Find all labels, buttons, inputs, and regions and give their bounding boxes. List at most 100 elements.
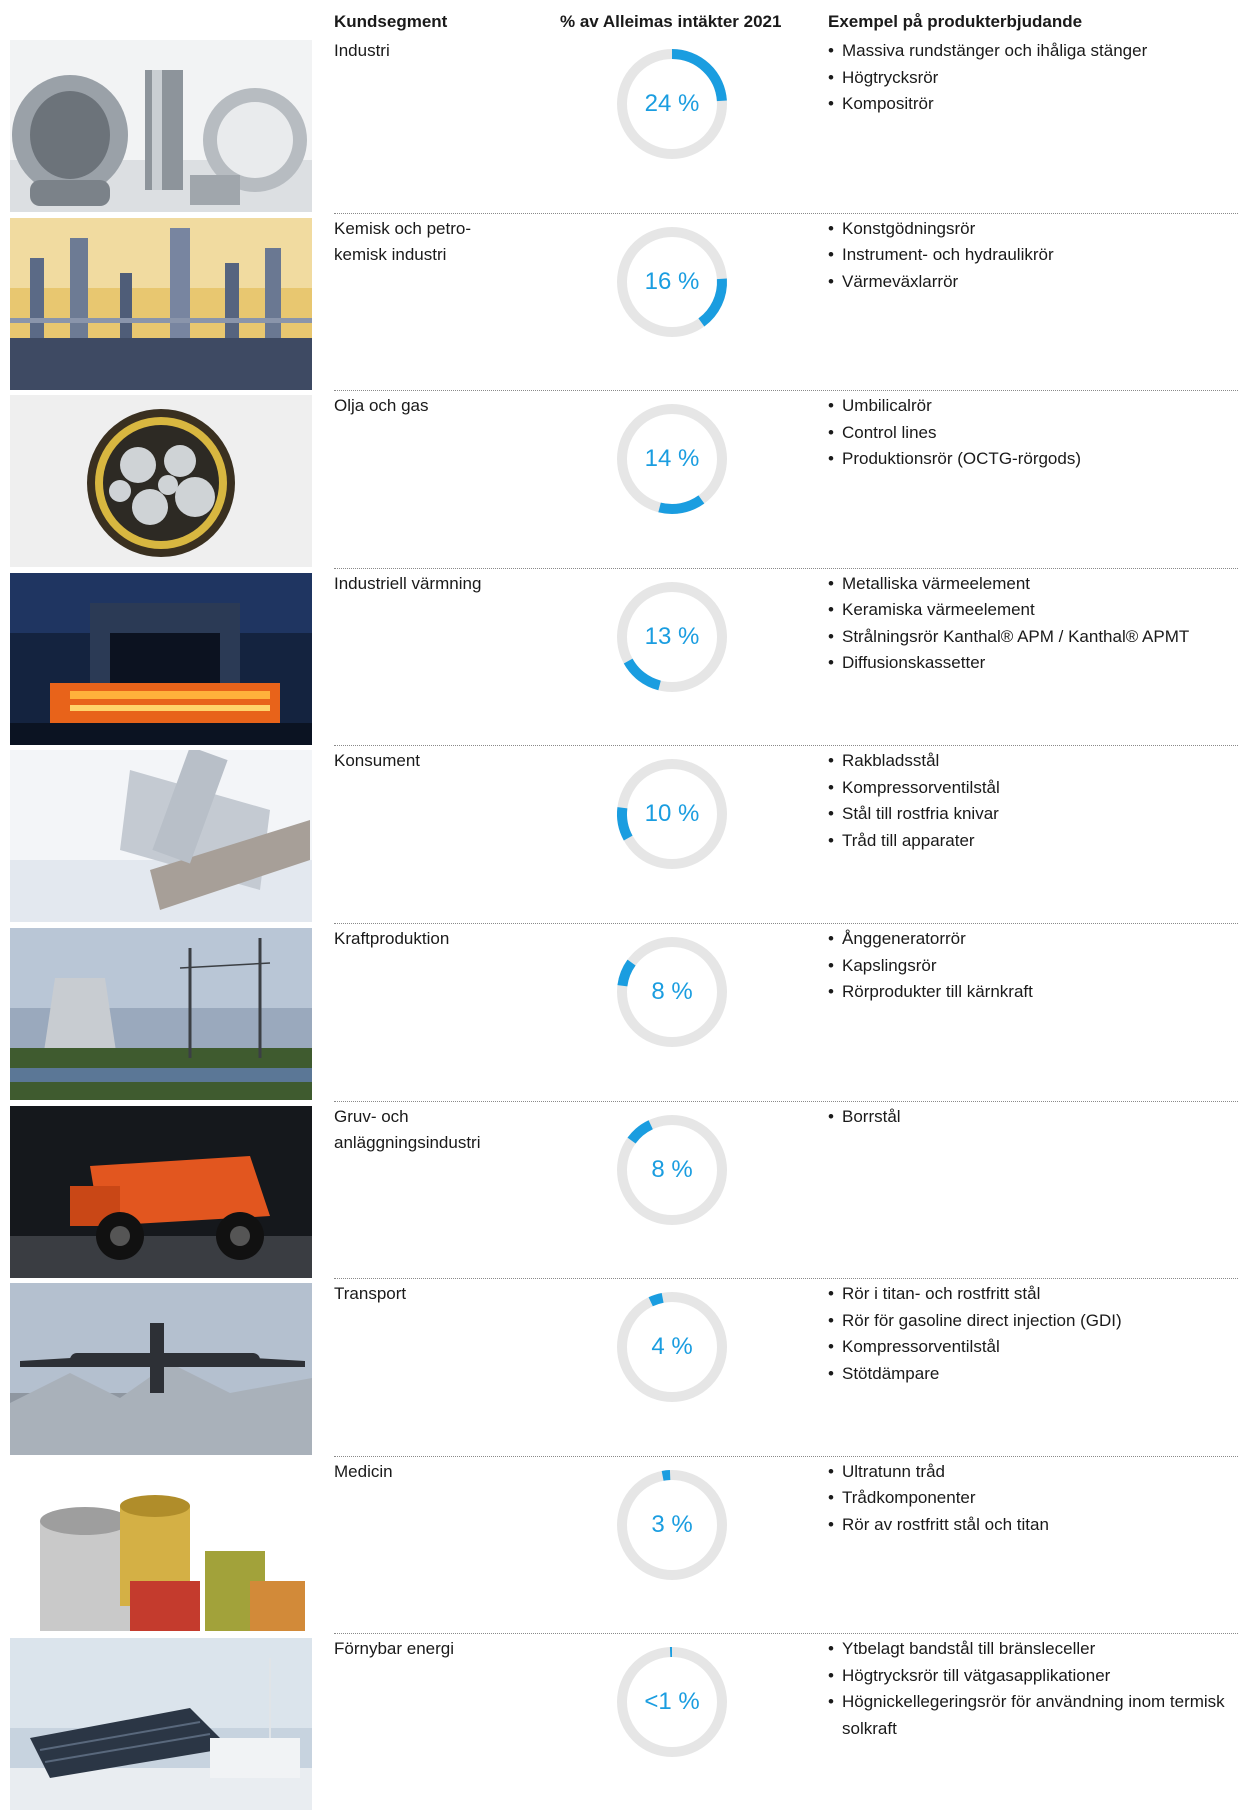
row-divider xyxy=(334,1456,1238,1457)
product-item: Rör för gasoline direct injection (GDI) xyxy=(828,1308,1228,1335)
product-item: Strålningsrör Kanthal® APM / Kanthal® AP… xyxy=(828,624,1228,651)
product-item: Högtrycksrör till vätgasapplikationer xyxy=(828,1663,1228,1690)
product-item: Konstgödningsrör xyxy=(828,216,1228,243)
wire-spools-photo xyxy=(10,1461,312,1633)
product-item: Umbilicalrör xyxy=(828,393,1228,420)
segment-label: Transport xyxy=(334,1281,554,1307)
product-item: Kompressorventilstål xyxy=(828,1334,1228,1361)
share-value: 4 % xyxy=(612,1287,732,1407)
share-value: 16 % xyxy=(612,222,732,342)
share-value: <1 % xyxy=(612,1642,732,1762)
product-item: Rörprodukter till kärnkraft xyxy=(828,979,1228,1006)
product-item: Ultratunn tråd xyxy=(828,1459,1228,1486)
share-value: 14 % xyxy=(612,399,732,519)
razor-photo xyxy=(10,750,312,922)
share-donut: 13 % xyxy=(612,577,732,697)
row-divider xyxy=(334,745,1238,746)
mining-truck-photo xyxy=(10,1106,312,1278)
row-divider xyxy=(334,213,1238,214)
product-item: Control lines xyxy=(828,420,1228,447)
product-item: Borrstål xyxy=(828,1104,1228,1131)
share-donut: 16 % xyxy=(612,222,732,342)
product-item: Diffusionskassetter xyxy=(828,650,1228,677)
share-value: 8 % xyxy=(612,1110,732,1230)
header-segment: Kundsegment xyxy=(334,12,447,32)
metal-tubes-photo xyxy=(10,40,312,212)
product-item: Högtrycksrör xyxy=(828,65,1228,92)
share-donut: 8 % xyxy=(612,1110,732,1230)
row-divider xyxy=(334,1633,1238,1634)
product-item: Kapslingsrör xyxy=(828,953,1228,980)
product-list: KonstgödningsrörInstrument- och hydrauli… xyxy=(828,216,1228,296)
row-divider xyxy=(334,390,1238,391)
table-row: Kemisk och petro- kemisk industri 16 % K… xyxy=(0,214,1238,392)
table-header: Kundsegment % av Alleimas intäkter 2021 … xyxy=(0,12,1238,34)
share-value: 3 % xyxy=(612,1465,732,1585)
umbilical-cable-photo xyxy=(10,395,312,567)
segment-label: Förnybar energi xyxy=(334,1636,554,1662)
product-item: Kompressorventilstål xyxy=(828,775,1228,802)
product-item: Tråd till apparater xyxy=(828,828,1228,855)
segment-label: Industriell värmning xyxy=(334,571,554,597)
table-row: Konsument 10 % RakbladsstålKompressorven… xyxy=(0,746,1238,924)
product-item: Instrument- och hydraulikrör xyxy=(828,242,1228,269)
share-donut: 3 % xyxy=(612,1465,732,1585)
product-item: Ytbelagt bandstål till bränsleceller xyxy=(828,1636,1228,1663)
product-item: Värmeväxlarrör xyxy=(828,269,1228,296)
share-donut: 4 % xyxy=(612,1287,732,1407)
table-row: Gruv- och anläggningsindustri 8 % Borrst… xyxy=(0,1102,1238,1280)
row-divider xyxy=(334,923,1238,924)
product-list: Borrstål xyxy=(828,1104,1228,1131)
share-donut: 10 % xyxy=(612,754,732,874)
power-plant-photo xyxy=(10,928,312,1100)
product-list: Metalliska värmeelementKeramiska värmeel… xyxy=(828,571,1228,677)
segment-label: Kemisk och petro- kemisk industri xyxy=(334,216,554,268)
product-item: Stötdämpare xyxy=(828,1361,1228,1388)
product-list: Ytbelagt bandstål till bränslecellerHögt… xyxy=(828,1636,1228,1742)
header-share: % av Alleimas intäkter 2021 xyxy=(560,12,781,32)
product-item: Stål till rostfria knivar xyxy=(828,801,1228,828)
product-item: Metalliska värmeelement xyxy=(828,571,1228,598)
segment-label: Industri xyxy=(334,38,554,64)
row-divider xyxy=(334,1101,1238,1102)
segment-label: Gruv- och anläggningsindustri xyxy=(334,1104,554,1156)
product-item: Rör av rostfritt stål och titan xyxy=(828,1512,1228,1539)
product-item: Produktionsrör (OCTG-rörgods) xyxy=(828,446,1228,473)
product-list: Ultratunn trådTrådkomponenterRör av rost… xyxy=(828,1459,1228,1539)
table-row: Medicin 3 % Ultratunn trådTrådkomponente… xyxy=(0,1457,1238,1635)
furnace-photo xyxy=(10,573,312,745)
product-list: Massiva rundstänger och ihåliga stängerH… xyxy=(828,38,1228,118)
product-item: Trådkomponenter xyxy=(828,1485,1228,1512)
table-row: Industri 24 % Massiva rundstänger och ih… xyxy=(0,36,1238,214)
header-products: Exempel på produkterbjudande xyxy=(828,12,1082,32)
product-item: Kompositrör xyxy=(828,91,1228,118)
row-divider xyxy=(334,1278,1238,1279)
segment-label: Olja och gas xyxy=(334,393,554,419)
refinery-photo xyxy=(10,218,312,390)
product-item: Rör i titan- och rostfritt stål xyxy=(828,1281,1228,1308)
product-list: ÅnggeneratorrörKapslingsrörRörprodukter … xyxy=(828,926,1228,1006)
table-row: Förnybar energi <1 % Ytbelagt bandstål t… xyxy=(0,1634,1238,1812)
row-divider xyxy=(334,568,1238,569)
share-value: 13 % xyxy=(612,577,732,697)
product-item: Rakbladsstål xyxy=(828,748,1228,775)
share-value: 8 % xyxy=(612,932,732,1052)
table-row: Transport 4 % Rör i titan- och rostfritt… xyxy=(0,1279,1238,1457)
airplane-photo xyxy=(10,1283,312,1455)
product-list: UmbilicalrörControl linesProduktionsrör … xyxy=(828,393,1228,473)
share-value: 10 % xyxy=(612,754,732,874)
segment-label: Konsument xyxy=(334,748,554,774)
product-item: Massiva rundstänger och ihåliga stänger xyxy=(828,38,1228,65)
table-row: Kraftproduktion 8 % ÅnggeneratorrörKapsl… xyxy=(0,924,1238,1102)
table-row: Industriell värmning 13 % Metalliska vär… xyxy=(0,569,1238,747)
share-value: 24 % xyxy=(612,44,732,164)
product-item: Ånggeneratorrör xyxy=(828,926,1228,953)
share-donut: 8 % xyxy=(612,932,732,1052)
solar-panels-photo xyxy=(10,1638,312,1810)
product-list: Rör i titan- och rostfritt stålRör för g… xyxy=(828,1281,1228,1387)
product-list: RakbladsstålKompressorventilstålStål til… xyxy=(828,748,1228,854)
share-donut: 14 % xyxy=(612,399,732,519)
share-donut: 24 % xyxy=(612,44,732,164)
share-donut: <1 % xyxy=(612,1642,732,1762)
product-item: Keramiska värmeelement xyxy=(828,597,1228,624)
